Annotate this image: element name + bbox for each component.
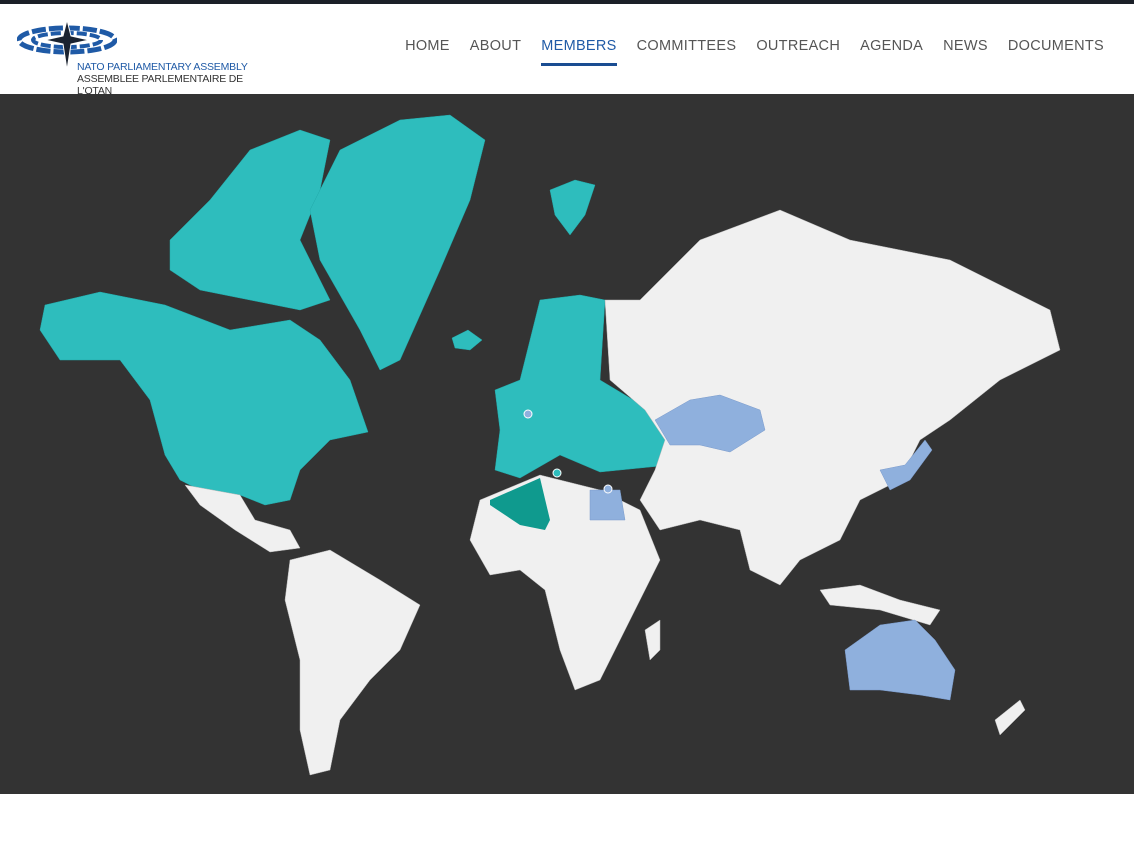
nav-agenda[interactable]: AGENDA bbox=[860, 38, 923, 64]
map-marker[interactable] bbox=[552, 468, 562, 478]
nav-news[interactable]: NEWS bbox=[943, 38, 988, 64]
logo-line-1: NATO PARLIAMENTARY ASSEMBLY bbox=[77, 61, 248, 73]
site-header: NATO PARLIAMENTARY ASSEMBLY ASSEMBLEE PA… bbox=[0, 4, 1134, 97]
nav-about[interactable]: ABOUT bbox=[470, 38, 521, 64]
region-madagascar[interactable] bbox=[644, 619, 661, 661]
nav-members[interactable]: MEMBERS bbox=[541, 38, 618, 66]
nav-documents[interactable]: DOCUMENTS bbox=[1008, 38, 1104, 64]
nav-home[interactable]: HOME bbox=[405, 38, 450, 64]
region-southeast-asia[interactable] bbox=[819, 584, 941, 626]
region-north-america[interactable] bbox=[39, 291, 369, 506]
region-greenland[interactable] bbox=[309, 114, 486, 371]
region-svalbard[interactable] bbox=[549, 179, 596, 236]
nav-outreach[interactable]: OUTREACH bbox=[756, 38, 840, 64]
region-canadian-arctic[interactable] bbox=[169, 129, 331, 311]
nato-pa-logo[interactable]: NATO PARLIAMENTARY ASSEMBLY ASSEMBLEE PA… bbox=[17, 18, 277, 97]
region-asia[interactable] bbox=[604, 209, 1061, 586]
map-marker[interactable] bbox=[523, 409, 533, 419]
nav-committees[interactable]: COMMITTEES bbox=[637, 38, 737, 64]
map-marker[interactable] bbox=[603, 484, 613, 494]
region-south-america[interactable] bbox=[284, 549, 421, 776]
world-map[interactable] bbox=[0, 94, 1134, 794]
region-iceland[interactable] bbox=[451, 329, 483, 351]
main-nav: HOME ABOUT MEMBERS COMMITTEES OUTREACH A… bbox=[405, 38, 1104, 66]
region-egypt[interactable] bbox=[589, 489, 626, 521]
region-australia[interactable] bbox=[844, 619, 956, 701]
region-new-zealand[interactable] bbox=[994, 699, 1026, 736]
